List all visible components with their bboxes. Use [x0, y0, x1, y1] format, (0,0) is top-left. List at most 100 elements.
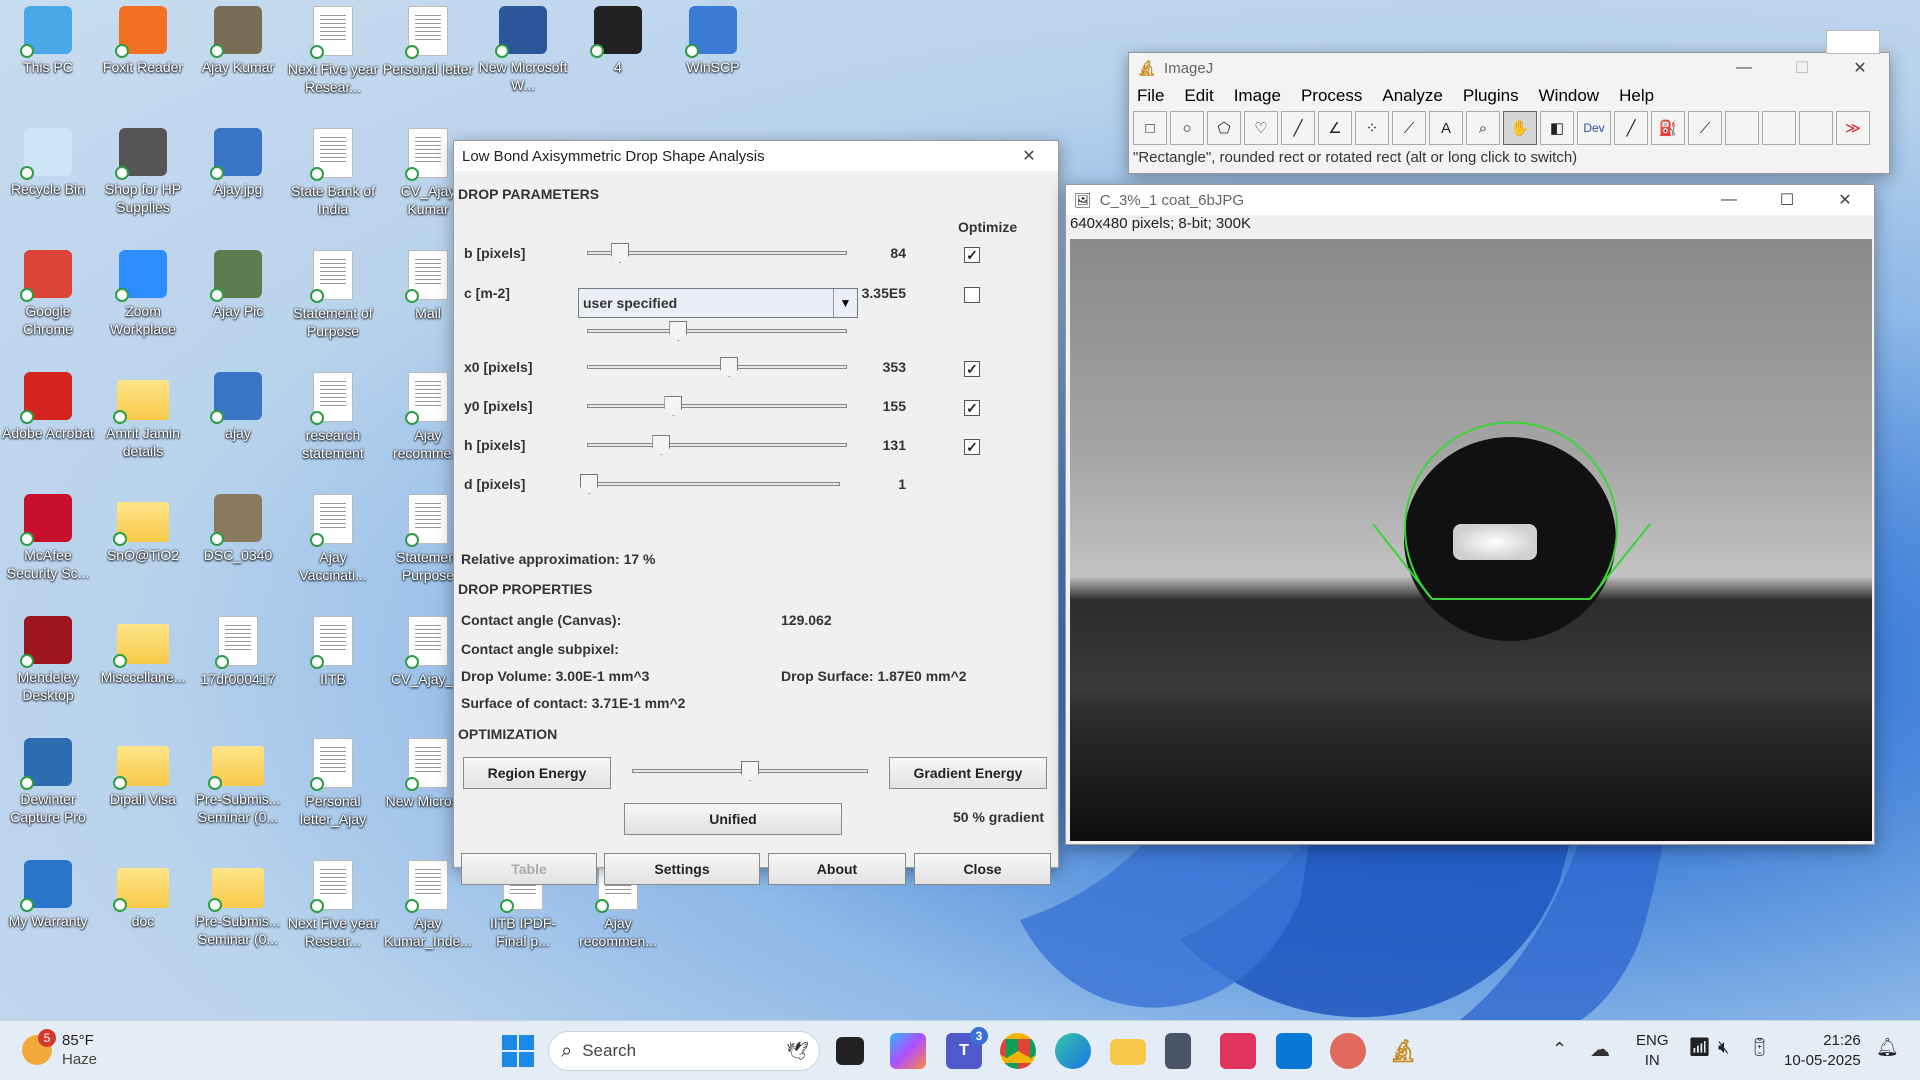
- about-button[interactable]: About: [768, 853, 906, 885]
- pipette-tool-icon[interactable]: ⟋: [1688, 111, 1722, 145]
- desktop-icon[interactable]: Dewinter Capture Pro: [2, 738, 94, 826]
- close-button[interactable]: Close: [914, 853, 1051, 885]
- language-indicator[interactable]: ENG IN: [1636, 1031, 1669, 1071]
- brush-tool-icon[interactable]: ╱: [1614, 111, 1648, 145]
- imagej-menu-item[interactable]: Plugins: [1463, 86, 1519, 106]
- desktop-icon[interactable]: ajay: [192, 372, 284, 442]
- param-slider[interactable]: [587, 357, 847, 377]
- battery-icon[interactable]: 🔋︎: [1748, 1037, 1771, 1058]
- desktop-icon[interactable]: SnO@TiO2: [97, 494, 189, 564]
- desktop-icon[interactable]: Recycle Bin: [2, 128, 94, 198]
- desktop-icon[interactable]: Mendeley Desktop: [2, 616, 94, 704]
- param-slider-thumb[interactable]: [669, 321, 688, 341]
- point-tool-icon[interactable]: ⁘: [1355, 111, 1389, 145]
- text-tool-icon[interactable]: A: [1429, 111, 1463, 145]
- param-slider[interactable]: [580, 474, 840, 494]
- onedrive-icon[interactable]: ☁︎: [1590, 1037, 1610, 1062]
- desktop-icon[interactable]: McAfee Security Sc...: [2, 494, 94, 582]
- desktop-icon[interactable]: Ajay Pic: [192, 250, 284, 320]
- desktop-icon[interactable]: Adobe Acrobat: [2, 372, 94, 442]
- desktop-icon[interactable]: Personal letter_Ajay: [287, 738, 379, 828]
- magnifier-tool-icon[interactable]: ⌕: [1466, 111, 1500, 145]
- desktop-icon[interactable]: My Warranty: [2, 860, 94, 930]
- optimize-checkbox[interactable]: ✓: [964, 400, 980, 416]
- angle-tool-icon[interactable]: ∠: [1318, 111, 1352, 145]
- freehand-tool-icon[interactable]: ♡: [1244, 111, 1278, 145]
- clipchamp-icon[interactable]: [1220, 1033, 1256, 1069]
- start-button[interactable]: [500, 1033, 536, 1069]
- edge-icon[interactable]: [1055, 1033, 1091, 1069]
- app-icon[interactable]: [1330, 1033, 1366, 1069]
- settings-button[interactable]: Settings: [604, 853, 760, 885]
- desktop-icon[interactable]: Statement of Purpose: [287, 250, 379, 340]
- close-icon[interactable]: ✕: [1831, 53, 1889, 83]
- wifi-icon[interactable]: 📶︎: [1688, 1037, 1711, 1058]
- optimization-slider-thumb[interactable]: [741, 761, 759, 781]
- optimize-checkbox[interactable]: ✓: [964, 439, 980, 455]
- desktop-icon[interactable]: WinSCP: [667, 6, 759, 76]
- param-slider-thumb[interactable]: [664, 396, 683, 416]
- rectangle-tool-icon[interactable]: □: [1133, 111, 1167, 145]
- hand-tool-icon[interactable]: ✋: [1503, 111, 1537, 145]
- optimize-checkbox[interactable]: ✓: [964, 361, 980, 377]
- desktop-icon[interactable]: This PC: [2, 6, 94, 76]
- blank-tool-icon[interactable]: [1799, 111, 1833, 145]
- imagej-menu-item[interactable]: Image: [1234, 86, 1281, 106]
- clock[interactable]: 21:26 10-05-2025: [1784, 1031, 1861, 1071]
- param-slider[interactable]: [587, 435, 847, 455]
- imagej-menu-item[interactable]: File: [1137, 86, 1164, 106]
- desktop-icon[interactable]: IITB: [287, 616, 379, 688]
- desktop-icon[interactable]: Shop for HP Supplies: [97, 128, 189, 216]
- desktop-icon[interactable]: Amrit Jamin details: [97, 372, 189, 460]
- teams-icon[interactable]: T 3: [946, 1027, 988, 1069]
- desktop-icon[interactable]: research statement: [287, 372, 379, 462]
- search-box[interactable]: ⌕ Search 🕊︎: [548, 1031, 820, 1071]
- maximize-icon[interactable]: ☐: [1758, 185, 1816, 215]
- desktop-icon[interactable]: Dipali Visa: [97, 738, 189, 808]
- weather-widget[interactable]: 5 85°F Haze: [22, 1029, 97, 1069]
- desktop-icon[interactable]: Personal letter: [382, 6, 474, 78]
- c-dropdown[interactable]: user specified ▼: [578, 288, 858, 318]
- maximize-icon[interactable]: ☐: [1773, 53, 1831, 83]
- blank-tool-icon[interactable]: [1762, 111, 1796, 145]
- more-tools-icon[interactable]: ≫: [1836, 111, 1870, 145]
- task-view-icon[interactable]: [836, 1037, 864, 1065]
- desktop-icon[interactable]: State Bank of India: [287, 128, 379, 218]
- volume-muted-icon[interactable]: 🔇︎: [1718, 1037, 1729, 1058]
- region-energy-button[interactable]: Region Energy: [463, 757, 611, 789]
- imagej-menu-item[interactable]: Help: [1619, 86, 1654, 106]
- calculator-icon[interactable]: [1165, 1033, 1191, 1069]
- desktop-icon[interactable]: Zoom Workplace: [97, 250, 189, 338]
- desktop-icon[interactable]: 17dr000417: [192, 616, 284, 688]
- desktop-icon[interactable]: Misccellane...: [97, 616, 189, 686]
- drop-image-canvas[interactable]: [1070, 239, 1872, 841]
- desktop-icon[interactable]: Ajay Vaccinati...: [287, 494, 379, 584]
- param-slider-thumb[interactable]: [720, 357, 739, 377]
- flood-fill-tool-icon[interactable]: ⛽: [1651, 111, 1685, 145]
- optimization-slider[interactable]: [632, 761, 868, 781]
- desktop-icon[interactable]: doc: [97, 860, 189, 930]
- table-button[interactable]: Table: [461, 853, 597, 885]
- desktop-icon[interactable]: Ajay.jpg: [192, 128, 284, 198]
- close-icon[interactable]: ✕: [1000, 141, 1058, 171]
- imagej-menu-item[interactable]: Analyze: [1382, 86, 1442, 106]
- notification-bell-icon[interactable]: 🔔︎: [1876, 1037, 1899, 1058]
- desktop-icon[interactable]: New Microsoft W...: [477, 6, 569, 94]
- gradient-energy-button[interactable]: Gradient Energy: [889, 757, 1047, 789]
- minimize-icon[interactable]: —: [1700, 185, 1758, 215]
- param-slider-thumb[interactable]: [580, 474, 598, 494]
- desktop-icon[interactable]: Next Five year Resear...: [287, 860, 379, 950]
- imagej-taskbar-icon[interactable]: 🔬︎: [1385, 1033, 1421, 1069]
- unified-button[interactable]: Unified: [624, 803, 842, 835]
- file-explorer-icon[interactable]: [1110, 1039, 1146, 1065]
- blank-tool-icon[interactable]: [1725, 111, 1759, 145]
- copilot-icon[interactable]: [890, 1033, 926, 1069]
- imagej-menu-item[interactable]: Process: [1301, 86, 1362, 106]
- imagej-menu-item[interactable]: Edit: [1184, 86, 1213, 106]
- desktop-icon[interactable]: Pre-Submis... Seminar (0...: [192, 860, 284, 948]
- param-slider-thumb[interactable]: [652, 435, 671, 455]
- desktop-icon[interactable]: Pre-Submis... Seminar (0...: [192, 738, 284, 826]
- imagej-menu-item[interactable]: Window: [1539, 86, 1599, 106]
- param-slider-thumb[interactable]: [611, 243, 630, 263]
- close-icon[interactable]: ✕: [1816, 185, 1874, 215]
